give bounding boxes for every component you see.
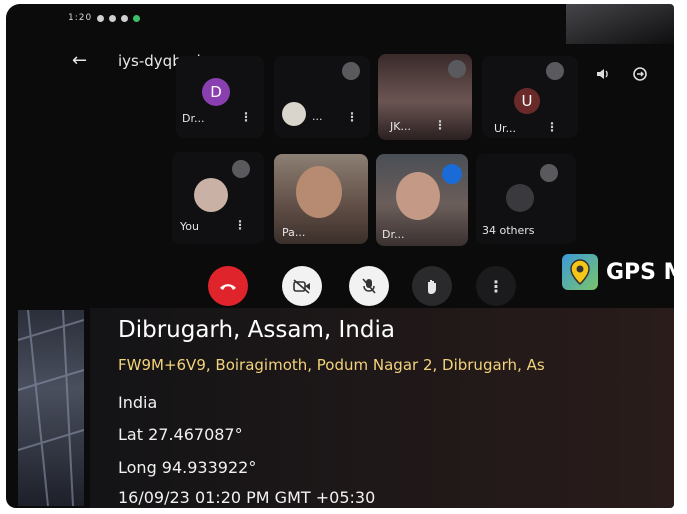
mic-off-icon xyxy=(448,60,466,78)
gps-map-camera-logo xyxy=(562,254,598,290)
participant-video-tile[interactable]: JK... ⋮ xyxy=(378,54,472,140)
mic-off-icon xyxy=(546,62,564,80)
participant-name: Pa... xyxy=(282,226,306,239)
back-arrow-icon[interactable]: ← xyxy=(72,50,87,71)
notification-icon xyxy=(97,14,105,22)
participant-tile-self[interactable]: You ⋮ xyxy=(172,152,264,244)
map-image xyxy=(18,310,84,506)
latitude: Lat 27.467087° xyxy=(118,425,243,444)
participant-video-tile[interactable]: Pa... xyxy=(274,154,368,244)
more-options-icon[interactable]: ⋮ xyxy=(240,110,252,124)
more-options-button[interactable]: ⋮ xyxy=(476,266,516,306)
mic-off-icon xyxy=(540,164,558,182)
notification-icon xyxy=(133,14,141,22)
longitude: Long 94.933922° xyxy=(118,458,257,477)
notification-icon xyxy=(109,14,117,22)
participant-name: JK... xyxy=(390,120,411,133)
participant-face xyxy=(296,166,342,218)
participant-name: Ur... xyxy=(494,122,517,135)
more-options-icon[interactable]: ⋮ xyxy=(346,110,358,124)
location-country: India xyxy=(118,393,158,412)
mic-off-icon xyxy=(232,160,250,178)
participant-tile[interactable]: ... ⋮ xyxy=(274,56,370,138)
avatar xyxy=(506,184,534,212)
gps-app-name: GPS M xyxy=(606,260,674,285)
participant-tile[interactable]: D Dr... ⋮ xyxy=(176,56,264,138)
more-options-icon[interactable]: ⋮ xyxy=(234,218,246,232)
avatar: D xyxy=(202,78,230,106)
mic-off-icon xyxy=(362,278,376,294)
location-title: Dibrugarh, Assam, India xyxy=(118,317,395,343)
more-options-icon[interactable]: ⋮ xyxy=(434,118,446,132)
status-time: 1:20 xyxy=(68,13,93,23)
status-bar: 1:20 xyxy=(68,13,141,23)
raise-hand-button[interactable] xyxy=(412,266,452,306)
phone-hangup-icon xyxy=(220,284,236,290)
raise-hand-icon xyxy=(428,280,436,294)
end-call-button[interactable] xyxy=(208,266,248,306)
screen-glare xyxy=(566,4,674,44)
participant-face xyxy=(396,172,440,220)
switch-camera-icon[interactable] xyxy=(632,66,650,84)
avatar xyxy=(194,178,228,212)
avatar: U xyxy=(514,88,540,114)
location-address: FW9M+6V9, Boiragimoth, Podum Nagar 2, Di… xyxy=(118,356,545,374)
map-pin-icon xyxy=(570,259,590,286)
camera-toggle-button[interactable] xyxy=(282,266,322,306)
camera-off-icon xyxy=(293,279,310,294)
participant-tile[interactable]: U Ur... ⋮ xyxy=(482,56,578,138)
avatar-initial: D xyxy=(210,83,222,101)
others-tile[interactable]: 34 others xyxy=(476,154,576,244)
more-options-icon[interactable]: ⋮ xyxy=(546,120,558,134)
others-count: 34 others xyxy=(482,224,535,237)
mic-off-icon xyxy=(342,62,360,80)
avatar xyxy=(282,102,306,126)
phone-screen: 1:20 ← iys-dyqb-gkn › D Dr... ⋮ ... ⋮ JK… xyxy=(6,4,674,508)
participant-name: Dr... xyxy=(182,112,205,125)
map-thumbnail xyxy=(18,310,84,506)
speaking-indicator-icon xyxy=(442,164,462,184)
participant-video-tile[interactable]: Dr... xyxy=(376,154,468,246)
notification-icon xyxy=(121,14,129,22)
avatar-initial: U xyxy=(521,92,533,110)
timestamp: 16/09/23 01:20 PM GMT +05:30 xyxy=(118,488,376,507)
participant-name: ... xyxy=(312,110,323,123)
mic-toggle-button[interactable] xyxy=(349,266,389,306)
participant-name: Dr... xyxy=(382,228,405,241)
speaker-icon[interactable] xyxy=(595,66,613,84)
more-vert-icon: ⋮ xyxy=(488,276,504,296)
participant-name: You xyxy=(180,220,199,233)
